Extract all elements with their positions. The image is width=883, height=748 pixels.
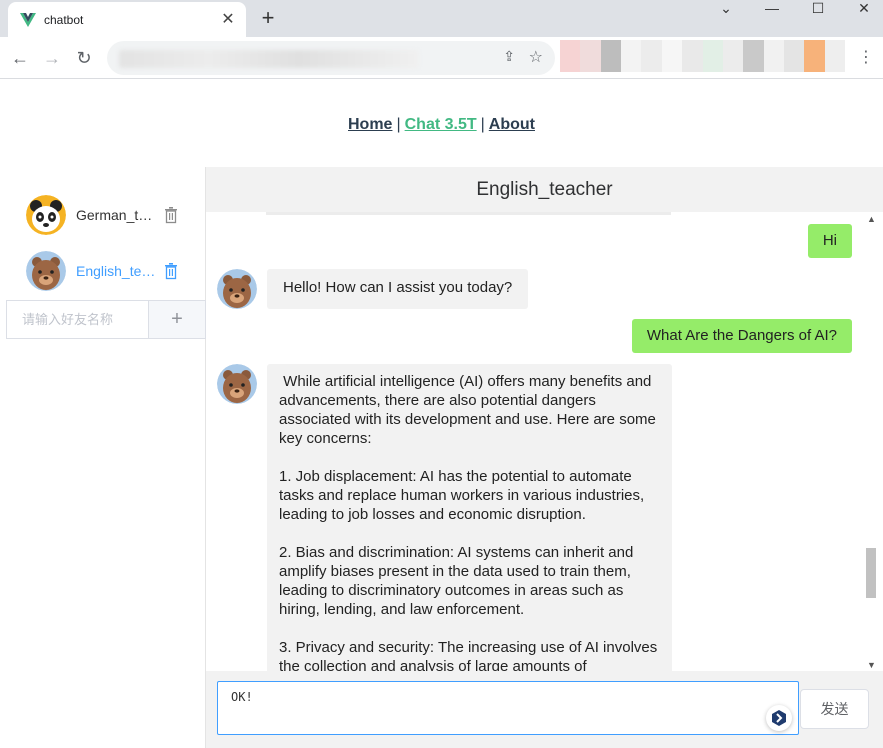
nav-separator: | bbox=[480, 116, 485, 133]
user-message: Hi bbox=[807, 224, 852, 258]
send-button[interactable]: 发送 bbox=[800, 689, 869, 729]
user-message: What Are the Dangers of AI? bbox=[631, 319, 852, 353]
bot-bubble: Hello! How can I assist you today? bbox=[267, 269, 529, 309]
scroll-down-arrow-icon[interactable]: ▼ bbox=[867, 660, 876, 670]
chat-title: English_teacher bbox=[206, 167, 883, 212]
vue-logo-icon bbox=[20, 12, 36, 27]
add-friend-button[interactable]: + bbox=[149, 301, 205, 338]
browser-toolbar: ← → ↻ ⇪ ☆ ⋮ bbox=[0, 37, 883, 79]
nav-chat-link[interactable]: Chat 3.5T bbox=[405, 116, 477, 133]
browser-menu-icon[interactable]: ⋮ bbox=[858, 46, 874, 70]
delete-trash-icon[interactable] bbox=[162, 206, 180, 224]
browser-tabbar: chatbot ✕ + ⌄ — ☐ ✕ bbox=[0, 0, 883, 37]
app-nav: Home | Chat 3.5T | About bbox=[0, 116, 883, 134]
tab-close-icon[interactable]: ✕ bbox=[218, 10, 238, 30]
bookmark-star-icon[interactable]: ☆ bbox=[529, 47, 543, 67]
back-button[interactable]: ← bbox=[8, 46, 32, 70]
assistant-extension-icon[interactable] bbox=[766, 705, 792, 731]
minimize-button[interactable]: — bbox=[760, 0, 784, 20]
friend-item-german-teacher[interactable]: German_teacher bbox=[26, 195, 206, 235]
share-icon[interactable]: ⇪ bbox=[503, 48, 515, 65]
friend-sidebar: German_teacher English_teacher + bbox=[0, 167, 206, 748]
blurred-url bbox=[119, 50, 419, 68]
address-bar[interactable]: ⇪ ☆ bbox=[107, 41, 555, 75]
scrollbar-thumb[interactable] bbox=[866, 548, 876, 598]
new-tab-button[interactable]: + bbox=[256, 7, 280, 31]
extensions-strip[interactable] bbox=[560, 40, 846, 72]
bear-icon bbox=[217, 364, 257, 404]
bot-message: Hello! How can I assist you today? bbox=[217, 269, 529, 309]
message-scrollbar[interactable]: ▲ ▼ bbox=[864, 212, 880, 671]
message-list[interactable]: Hi Hello! How can I assist you today? Wh… bbox=[206, 212, 883, 671]
forward-button[interactable]: → bbox=[40, 46, 64, 70]
bot-bubble: While artificial intelligence (AI) offer… bbox=[267, 364, 672, 671]
message-input[interactable]: OK! bbox=[217, 681, 799, 735]
bot-message: While artificial intelligence (AI) offer… bbox=[217, 364, 672, 671]
tab-search-icon[interactable]: ⌄ bbox=[714, 0, 738, 20]
close-window-button[interactable]: ✕ bbox=[852, 0, 876, 20]
bear-icon bbox=[26, 251, 66, 291]
scroll-up-arrow-icon[interactable]: ▲ bbox=[867, 214, 876, 224]
friend-item-english-teacher[interactable]: English_teacher bbox=[26, 251, 206, 291]
previous-message-edge bbox=[266, 212, 671, 215]
nav-about-link[interactable]: About bbox=[489, 116, 535, 133]
friend-name-input[interactable] bbox=[7, 301, 149, 338]
friend-name: English_teacher bbox=[76, 263, 158, 279]
reload-button[interactable]: ↻ bbox=[72, 46, 96, 70]
friend-name: German_teacher bbox=[76, 207, 158, 223]
add-friend-row: + bbox=[6, 300, 206, 339]
message-composer: OK! 发送 bbox=[206, 671, 883, 748]
maximize-button[interactable]: ☐ bbox=[806, 0, 830, 20]
nav-home-link[interactable]: Home bbox=[348, 116, 392, 133]
nav-separator: | bbox=[396, 116, 401, 133]
browser-tab[interactable]: chatbot ✕ bbox=[8, 2, 246, 37]
panda-icon bbox=[26, 195, 66, 235]
delete-trash-icon[interactable] bbox=[162, 262, 180, 280]
bear-icon bbox=[217, 269, 257, 309]
chat-panel: English_teacher Hi Hello! How can I assi… bbox=[206, 167, 883, 748]
tab-title: chatbot bbox=[44, 12, 84, 27]
